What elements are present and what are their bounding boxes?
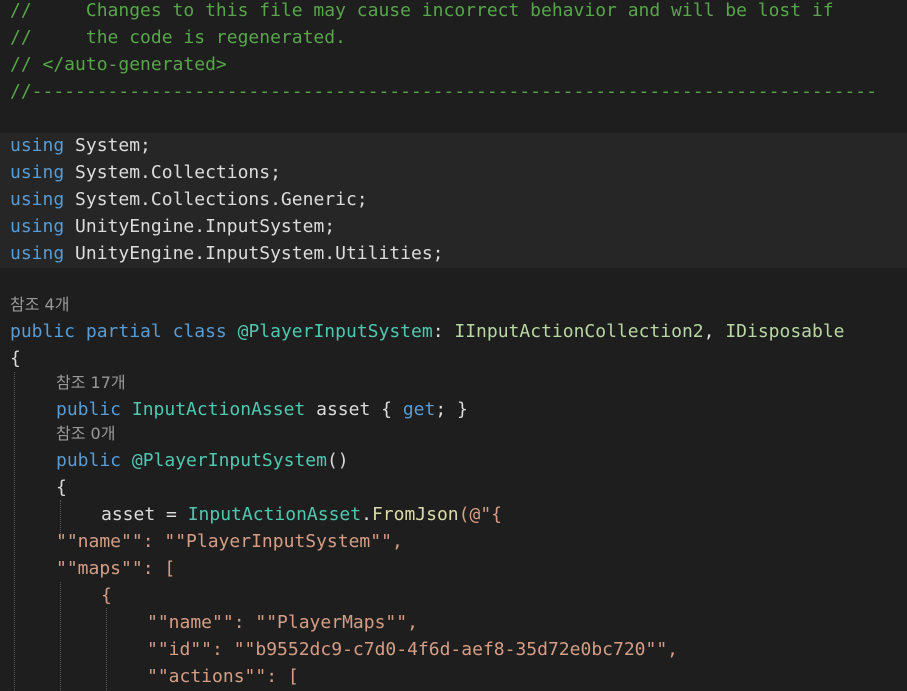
type-name[interactable]: InputActionAsset	[188, 504, 361, 525]
class-name[interactable]: @PlayerInputSystem	[238, 321, 433, 342]
comment-separator-line: //--------------------------------------…	[10, 81, 877, 102]
namespace-name: UnityEngine.InputSystem;	[75, 216, 336, 237]
namespace-name: System;	[75, 135, 151, 156]
comment-line: // the code is regenerated.	[10, 27, 346, 48]
codelens-references-asset[interactable]: 참조 17개	[56, 371, 126, 395]
method-name[interactable]: FromJson	[372, 504, 459, 525]
code-editor[interactable]: // Changes to this file may cause incorr…	[0, 0, 907, 691]
using-directive: using System;	[10, 132, 151, 159]
asset-property: public InputActionAsset asset { get; }	[56, 396, 468, 423]
comment-line: // Changes to this file may cause incorr…	[10, 0, 834, 21]
constructor-name[interactable]: @PlayerInputSystem	[132, 450, 327, 471]
namespace-name: System.Collections.Generic;	[75, 189, 368, 210]
property-name: asset {	[305, 399, 403, 420]
constructor-parens: ()	[326, 450, 349, 471]
codelens-references-ctor[interactable]: 참조 0개	[56, 422, 115, 446]
indent-guide	[60, 582, 61, 691]
json-string-line: ""actions"": [	[147, 666, 299, 687]
interface-name[interactable]: IDisposable	[725, 321, 844, 342]
keyword-class: class	[172, 321, 227, 342]
using-keyword: using	[10, 189, 65, 210]
using-keyword: using	[10, 243, 65, 264]
keyword-public: public	[56, 450, 122, 471]
using-keyword: using	[10, 162, 65, 183]
indent-guide	[106, 608, 107, 691]
class-open-brace: {	[10, 348, 21, 369]
verbatim-string-start: (@"{	[458, 504, 502, 525]
comma: ,	[703, 321, 726, 342]
colon: :	[432, 321, 455, 342]
keyword-partial: partial	[85, 321, 162, 342]
json-string-line: ""maps"": [	[56, 558, 176, 579]
json-string-line: ""name"": ""PlayerMaps"",	[147, 612, 418, 633]
comment-line: // </auto-generated>	[10, 54, 227, 75]
constructor-declaration: public @PlayerInputSystem()	[56, 447, 349, 474]
constructor-open-brace: {	[56, 477, 67, 498]
asset-assignment: asset = InputActionAsset.FromJson(@"{	[101, 501, 502, 528]
keyword-public: public	[56, 399, 122, 420]
using-directive: using System.Collections.Generic;	[10, 186, 368, 213]
indent-guide	[14, 372, 15, 691]
json-string-line: ""id"": ""b9552dc9-c7d0-4f6d-aef8-35d72e…	[147, 639, 679, 660]
json-string-line: {	[101, 585, 112, 606]
using-directive: using System.Collections;	[10, 159, 281, 186]
using-directive: using UnityEngine.InputSystem;	[10, 213, 335, 240]
using-keyword: using	[10, 135, 65, 156]
interface-name[interactable]: IInputActionCollection2	[454, 321, 703, 342]
type-name[interactable]: InputActionAsset	[132, 399, 305, 420]
assignment-lhs: asset =	[101, 504, 188, 525]
member-dot: .	[361, 504, 372, 525]
class-declaration: public partial class @PlayerInputSystem:…	[10, 318, 845, 345]
json-string-line: ""name"": ""PlayerInputSystem"",	[56, 531, 403, 552]
codelens-references-class[interactable]: 참조 4개	[10, 293, 69, 317]
namespace-name: UnityEngine.InputSystem.Utilities;	[75, 243, 444, 264]
using-directive: using UnityEngine.InputSystem.Utilities;	[10, 240, 444, 267]
namespace-name: System.Collections;	[75, 162, 281, 183]
using-keyword: using	[10, 216, 65, 237]
keyword-get: get	[402, 399, 436, 420]
keyword-public: public	[10, 321, 76, 342]
property-tail: ; }	[435, 399, 468, 420]
